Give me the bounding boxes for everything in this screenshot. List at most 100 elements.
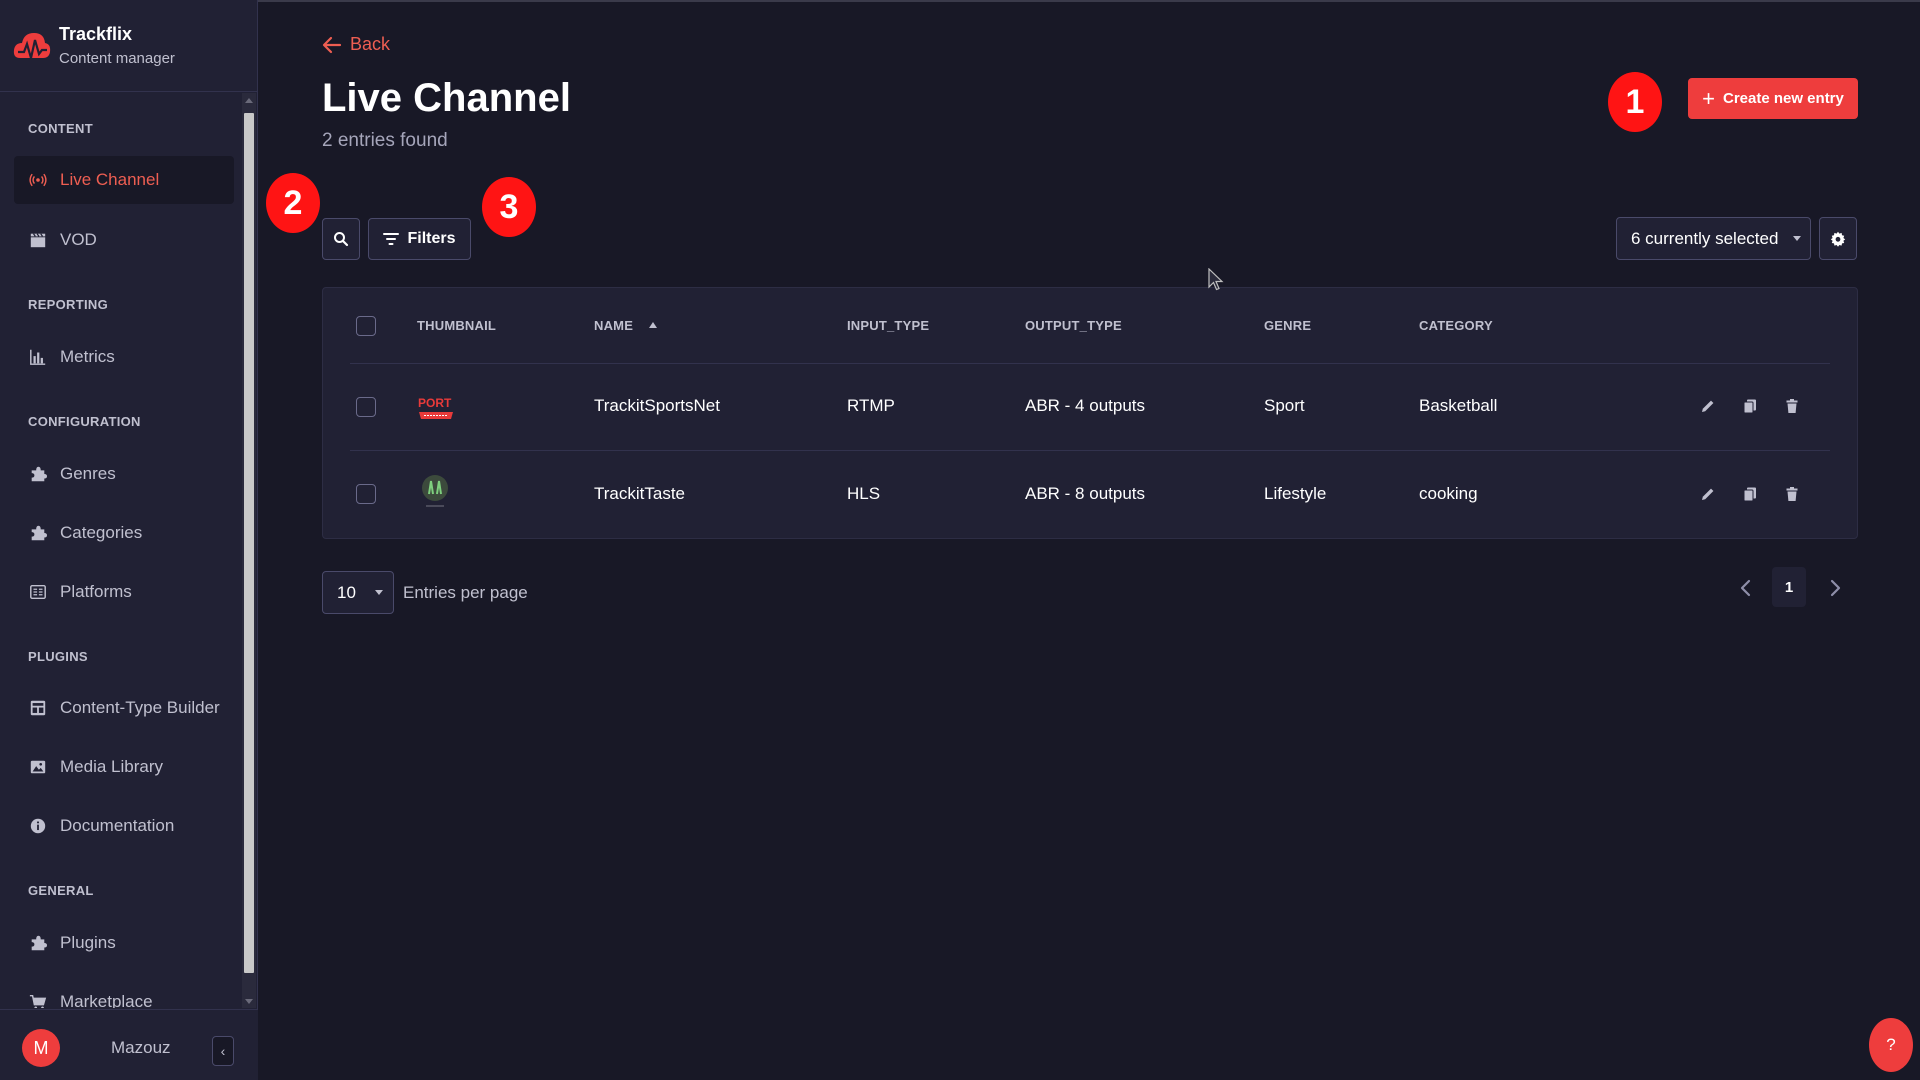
cell-genre: Lifestyle: [1264, 484, 1327, 503]
help-button[interactable]: ?: [1869, 1018, 1913, 1072]
chevron-left-icon: [1740, 579, 1751, 597]
top-border: [0, 0, 1920, 2]
trash-icon: [1786, 487, 1798, 501]
search-button[interactable]: [322, 218, 360, 260]
duplicate-button[interactable]: [1742, 486, 1762, 506]
copy-icon: [1743, 487, 1756, 502]
entries-count: 2 entries found: [322, 130, 448, 151]
row-divider: [350, 363, 1830, 364]
scroll-down-arrow-icon[interactable]: [245, 999, 253, 1004]
user-bar: M Mazouz ‹: [0, 1009, 258, 1080]
sidebar-item-label: Plugins: [60, 933, 116, 952]
brand-header[interactable]: Trackflix Content manager: [0, 0, 258, 92]
sort-ascending-icon: [648, 322, 657, 328]
section-content: CONTENT: [28, 121, 93, 136]
row-divider: [350, 450, 1830, 451]
sidebar-item-vod[interactable]: VOD: [14, 216, 234, 264]
scroll-up-arrow-icon[interactable]: [245, 98, 253, 103]
cell-name: TrackitTaste: [594, 484, 686, 503]
avatar[interactable]: M: [22, 1029, 60, 1067]
sidebar-item-media-library[interactable]: Media Library: [14, 743, 234, 791]
sidebar-item-label: VOD: [60, 230, 97, 249]
row-checkbox[interactable]: [356, 397, 376, 417]
sidebar-item-metrics[interactable]: Metrics: [14, 333, 234, 381]
page-title: Live Channel: [322, 76, 571, 120]
column-header-category[interactable]: CATEGORY: [1419, 318, 1493, 333]
sidebar-item-label: Media Library: [60, 757, 163, 776]
sidebar-item-plugins[interactable]: Plugins: [14, 919, 234, 967]
sidebar-item-platforms[interactable]: Platforms: [14, 568, 234, 616]
image-icon: [28, 757, 48, 777]
copy-icon: [1743, 399, 1756, 414]
section-plugins: PLUGINS: [28, 649, 88, 664]
mouse-cursor-icon: [1208, 268, 1224, 291]
annotation-badge-1: 1: [1608, 72, 1662, 132]
create-new-entry-button[interactable]: + Create new entry: [1688, 78, 1858, 119]
delete-button[interactable]: [1784, 486, 1804, 506]
puzzle-icon: [28, 933, 48, 953]
trash-icon: [1786, 399, 1798, 413]
cell-category: Basketball: [1419, 396, 1498, 415]
column-header-output-type[interactable]: OUTPUT_TYPE: [1025, 318, 1122, 333]
sidebar-item-marketplace[interactable]: Marketplace: [14, 978, 234, 1008]
grid-icon: [28, 582, 48, 602]
arrow-left-icon: [322, 36, 342, 53]
next-page-button[interactable]: [1820, 573, 1850, 603]
back-link[interactable]: Back: [322, 34, 390, 55]
sidebar-item-label: Marketplace: [60, 992, 153, 1008]
section-configuration: CONFIGURATION: [28, 414, 141, 429]
entries-per-page-label: Entries per page: [403, 583, 528, 602]
filter-icon: [383, 233, 400, 245]
pencil-icon: [1702, 488, 1714, 500]
row-checkbox[interactable]: [356, 484, 376, 504]
scrollbar-thumb[interactable]: [244, 113, 254, 973]
app-name: Trackflix: [59, 24, 133, 44]
create-button-label: Create new entry: [1722, 90, 1844, 107]
filters-button[interactable]: Filters: [368, 218, 471, 260]
filters-label: Filters: [407, 230, 456, 247]
settings-button[interactable]: [1819, 217, 1857, 260]
edit-button[interactable]: [1700, 398, 1720, 418]
column-header-input-type[interactable]: INPUT_TYPE: [847, 318, 929, 333]
column-header-name[interactable]: NAME: [594, 318, 657, 333]
sidebar-item-label: Categories: [60, 523, 143, 542]
previous-page-button[interactable]: [1731, 573, 1761, 603]
sidebar-item-label: Live Channel: [60, 170, 160, 189]
sidebar-item-categories[interactable]: Categories: [14, 509, 234, 557]
app-subtitle: Content manager: [59, 50, 175, 67]
columns-select-value: 6 currently selected: [1631, 228, 1779, 248]
layout-icon: [28, 698, 48, 718]
select-all-checkbox[interactable]: [356, 316, 376, 336]
sidebar-item-label: Metrics: [60, 347, 115, 366]
duplicate-button[interactable]: [1742, 398, 1762, 418]
sidebar-item-content-type-builder[interactable]: Content-Type Builder: [14, 684, 234, 732]
thumbnail-text: PORT: [418, 396, 452, 410]
sidebar-item-label: Platforms: [60, 582, 132, 601]
clapperboard-icon: [28, 230, 48, 250]
cell-input-type: RTMP: [847, 396, 895, 415]
annotation-badge-2: 2: [266, 173, 320, 233]
column-header-name-label: NAME: [594, 318, 634, 333]
sidebar-item-label: Documentation: [60, 816, 175, 835]
column-header-thumbnail[interactable]: THUMBNAIL: [417, 318, 496, 333]
collapse-sidebar-button[interactable]: ‹: [212, 1036, 234, 1066]
page-number-current[interactable]: 1: [1772, 567, 1806, 607]
taste-thumbnail-image: [422, 475, 448, 507]
user-name: Mazouz: [111, 1038, 171, 1057]
annotation-badge-3: 3: [482, 177, 536, 237]
columns-select[interactable]: 6 currently selected: [1616, 217, 1811, 260]
section-reporting: REPORTING: [28, 297, 108, 312]
sidebar-item-genres[interactable]: Genres: [14, 450, 234, 498]
delete-button[interactable]: [1784, 398, 1804, 418]
info-icon: [28, 816, 48, 836]
sport-thumbnail-image: PORT: [418, 396, 453, 419]
puzzle-icon: [28, 523, 48, 543]
plus-icon: +: [1702, 85, 1715, 111]
column-header-genre[interactable]: GENRE: [1264, 318, 1311, 333]
sidebar-scrollbar[interactable]: [242, 93, 256, 1008]
sidebar-item-live-channel[interactable]: Live Channel: [14, 156, 234, 204]
edit-button[interactable]: [1700, 486, 1720, 506]
section-general: GENERAL: [28, 883, 94, 898]
entries-per-page-select[interactable]: 10: [322, 571, 394, 614]
sidebar-item-documentation[interactable]: Documentation: [14, 802, 234, 850]
